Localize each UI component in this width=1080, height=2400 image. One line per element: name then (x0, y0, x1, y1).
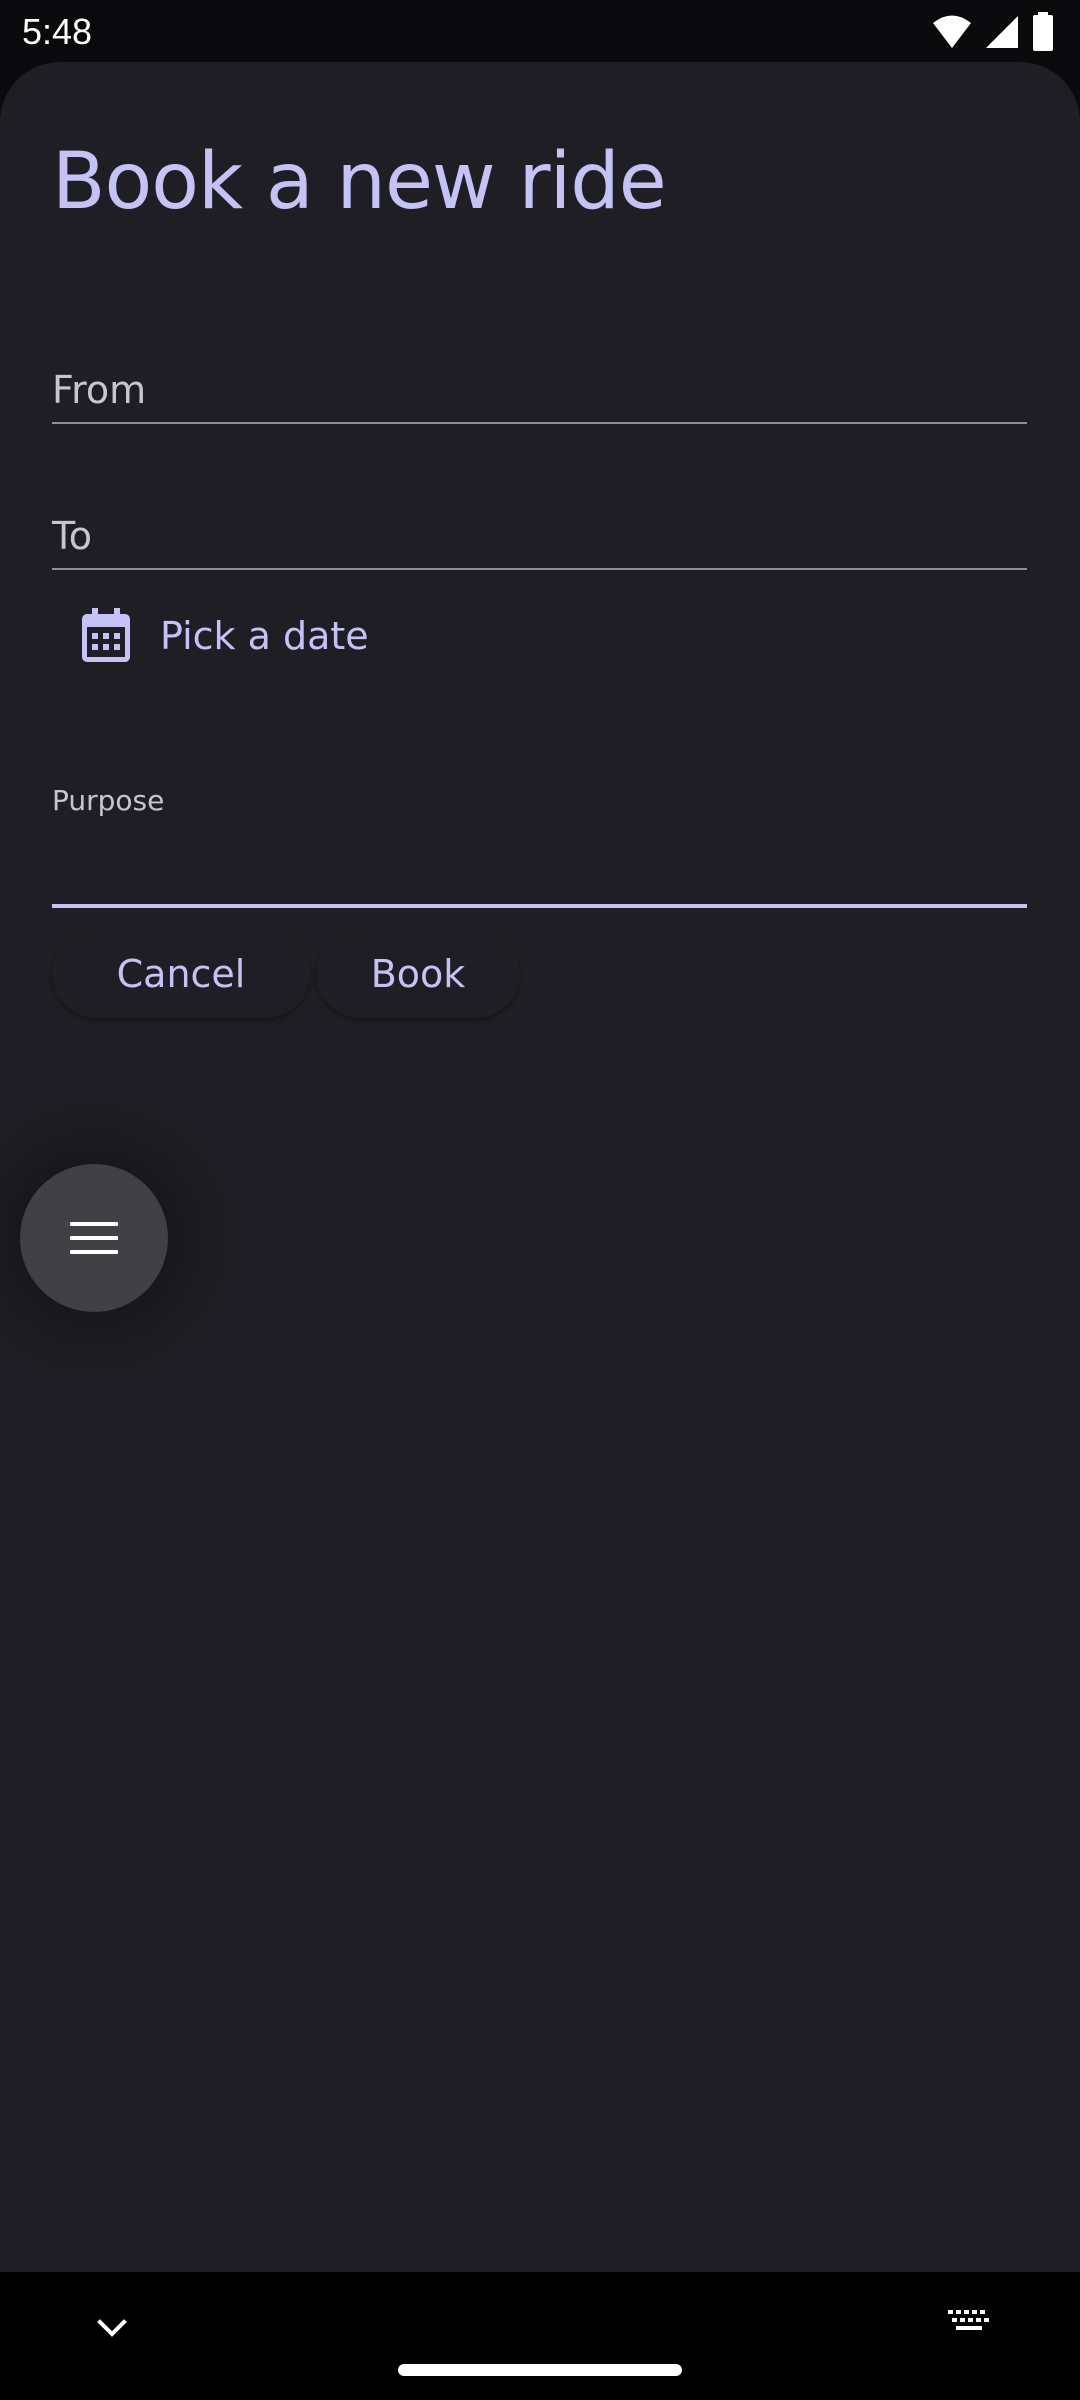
cancel-button[interactable]: Cancel (52, 930, 310, 1018)
from-field[interactable]: From (52, 312, 1027, 424)
menu-icon (70, 1222, 118, 1254)
page-title: Book a new ride (52, 137, 667, 227)
wifi-icon (933, 15, 971, 48)
book-label: Book (370, 952, 466, 996)
from-label: From (52, 368, 147, 412)
calendar-icon (82, 608, 130, 662)
book-button[interactable]: Book (316, 930, 520, 1018)
screen: 5:48 Book a new ride From To Pick a date… (0, 0, 1080, 2400)
cancel-label: Cancel (116, 952, 246, 996)
signal-icon (986, 16, 1018, 48)
from-underline (52, 422, 1027, 424)
purpose-input[interactable] (52, 832, 1031, 894)
status-time: 5:48 (22, 11, 93, 52)
status-bar: 5:48 (0, 0, 1080, 64)
purpose-underline (52, 904, 1027, 908)
keyboard-icon[interactable] (946, 2304, 992, 2344)
menu-fab-button[interactable] (20, 1164, 168, 1312)
to-field[interactable]: To (52, 458, 1027, 570)
purpose-field[interactable]: Purpose (52, 762, 1031, 908)
home-handle[interactable] (398, 2364, 682, 2376)
navigation-bar (0, 2272, 1080, 2400)
to-underline (52, 568, 1027, 570)
pick-date-label: Pick a date (160, 614, 369, 658)
pick-date-button[interactable]: Pick a date (80, 596, 369, 676)
battery-icon (1033, 12, 1053, 51)
to-label: To (52, 514, 93, 558)
status-icons (932, 12, 1054, 52)
chevron-down-icon[interactable] (92, 2308, 132, 2348)
purpose-label: Purpose (52, 784, 165, 817)
booking-sheet: Book a new ride From To Pick a date Purp… (0, 62, 1080, 2272)
